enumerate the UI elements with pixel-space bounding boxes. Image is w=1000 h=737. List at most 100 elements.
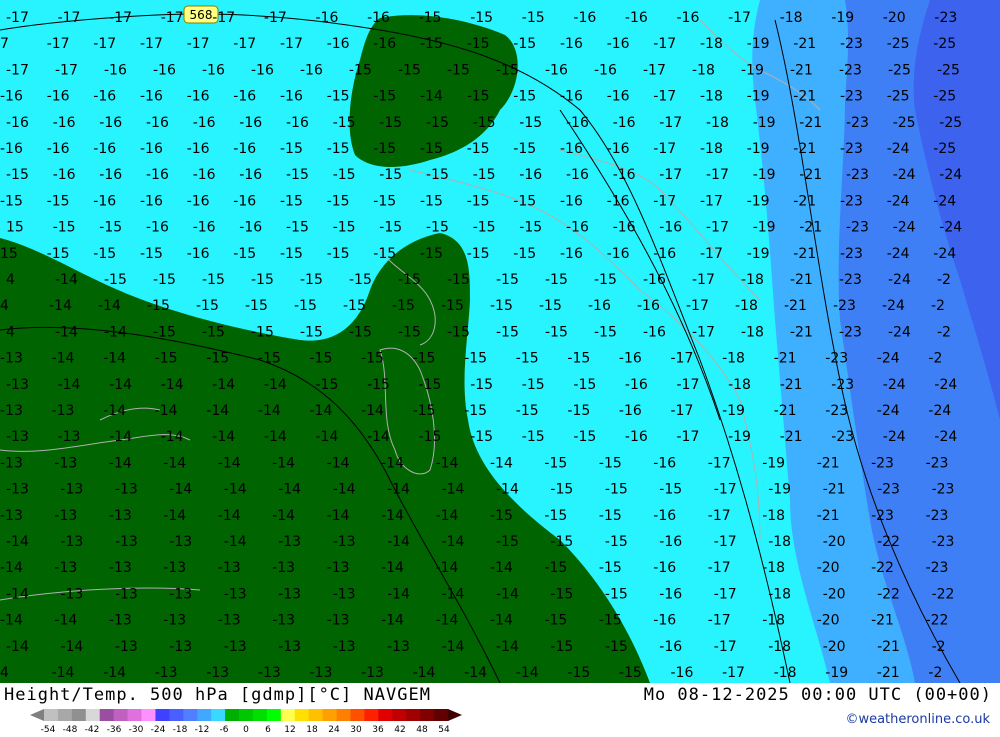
footer: Height/Temp. 500 hPa [gdmp][°C] NAVGEM M…: [0, 683, 1000, 735]
temperature-label: -16: [316, 10, 339, 26]
temperature-label: -15: [473, 115, 496, 131]
temperature-label: -16: [659, 586, 682, 602]
temperature-label: -16: [560, 141, 583, 157]
temperature-label: -13: [54, 560, 77, 576]
credit-link[interactable]: ©weatheronline.co.uk: [845, 712, 990, 727]
temperature-label: -21: [799, 115, 822, 131]
temperature-label: -2: [928, 665, 942, 681]
temperature-label: 7: [0, 36, 9, 52]
temperature-label: -13: [169, 534, 192, 550]
temperature-label: -15: [379, 167, 402, 183]
temperature-label: -16: [594, 62, 617, 78]
temperature-label: 4: [6, 324, 15, 340]
temperature-label: -15: [349, 324, 372, 340]
temperature-label: -16: [193, 220, 216, 236]
temperature-label: -15: [473, 220, 496, 236]
temperature-label: -15: [513, 246, 536, 262]
legend-swatch: [266, 709, 282, 721]
temperature-label: -2: [937, 272, 951, 288]
temperature-label: -15: [513, 193, 536, 209]
temperature-label: -19: [753, 115, 776, 131]
legend-swatch: [406, 709, 421, 721]
temperature-label: -15: [398, 324, 421, 340]
temperature-label: -17: [6, 62, 29, 78]
temperature-label: -17: [692, 272, 715, 288]
temperature-label: -14: [387, 586, 410, 602]
temperature-label: -17: [109, 10, 132, 26]
temperature-label: -14: [109, 429, 132, 445]
temperature-label: -19: [747, 246, 770, 262]
temperature-label: -15: [196, 298, 219, 314]
legend-swatch: [364, 709, 379, 721]
temperature-label: -14: [212, 377, 235, 393]
temperature-label: -16: [239, 167, 262, 183]
temperature-label: -15: [447, 324, 470, 340]
temperature-label: -14: [52, 351, 75, 367]
temperature-label: -17: [264, 10, 287, 26]
temperature-label: -13: [224, 586, 247, 602]
temperature-label: -25: [887, 36, 910, 52]
temperature-label: -23: [840, 89, 863, 105]
temperature-label: -14: [109, 377, 132, 393]
temperature-label: -23: [871, 455, 894, 471]
temperature-label: -16: [233, 89, 256, 105]
temperature-label: -13: [333, 639, 356, 655]
temperature-label: -16: [187, 246, 210, 262]
legend-tick-label: 18: [306, 725, 318, 733]
legend-swatch: [280, 709, 296, 721]
temperature-label: -13: [60, 534, 83, 550]
temperature-label: -21: [817, 508, 840, 524]
temperature-label: -15: [513, 141, 536, 157]
temperature-label: -16: [280, 89, 303, 105]
temperature-label: -14: [98, 298, 121, 314]
temperature-label: -15: [594, 324, 617, 340]
temperature-label: -23: [846, 220, 869, 236]
temperature-label: -13: [278, 586, 301, 602]
legend-swatch: [392, 709, 407, 721]
temperature-label: -23: [846, 115, 869, 131]
temperature-label: -25: [939, 115, 962, 131]
temperature-label: -13: [361, 665, 384, 681]
temperature-label: -16: [193, 167, 216, 183]
temperature-label: -15: [286, 167, 309, 183]
legend-swatch: [197, 709, 212, 721]
temperature-label: -15: [522, 377, 545, 393]
temperature-label: 15: [0, 246, 18, 262]
temperature-label: -14: [436, 455, 459, 471]
temperature-label: -23: [840, 36, 863, 52]
contour-label: 568: [190, 8, 213, 22]
temperature-label: -13: [6, 482, 29, 498]
temperature-label: 4: [0, 298, 9, 314]
temperature-label: -14: [367, 429, 390, 445]
temperature-label: -14: [327, 455, 350, 471]
temperature-label: -15: [522, 10, 545, 26]
temperature-label: -21: [793, 246, 816, 262]
temperature-label: -16: [140, 193, 163, 209]
temperature-label: -14: [54, 613, 77, 629]
temperature-label: -14: [490, 455, 513, 471]
temperature-label: -16: [104, 62, 127, 78]
temperature-label: -15: [327, 141, 350, 157]
temperature-label: -19: [747, 36, 770, 52]
temperature-label: -14: [169, 482, 192, 498]
temperature-label: -16: [607, 141, 630, 157]
temperature-label: -13: [206, 665, 229, 681]
temperature-label: -13: [333, 534, 356, 550]
temperature-label: -21: [780, 377, 803, 393]
temperature-label: -14: [436, 560, 459, 576]
temperature-label: -20: [817, 560, 840, 576]
temperature-label: -15: [251, 324, 274, 340]
temperature-label: -19: [762, 455, 785, 471]
temperature-label: -20: [883, 10, 906, 26]
temperature-label: -13: [387, 639, 410, 655]
temperature-label: -14: [333, 482, 356, 498]
temperature-label: -24: [893, 167, 916, 183]
temperature-label: -15: [519, 220, 542, 236]
temperature-label: -14: [212, 429, 235, 445]
temperature-label: -15: [343, 298, 366, 314]
legend-bar: -54 -48 -42 -36 -30 -24 -18 -12 -6 0 6 12 18 24 30 36 42…: [30, 709, 462, 735]
temperature-label: -21: [799, 167, 822, 183]
legend-arrow-left-icon: [30, 709, 44, 721]
temperature-label: -16: [566, 220, 589, 236]
temperature-label: -15: [202, 272, 225, 288]
